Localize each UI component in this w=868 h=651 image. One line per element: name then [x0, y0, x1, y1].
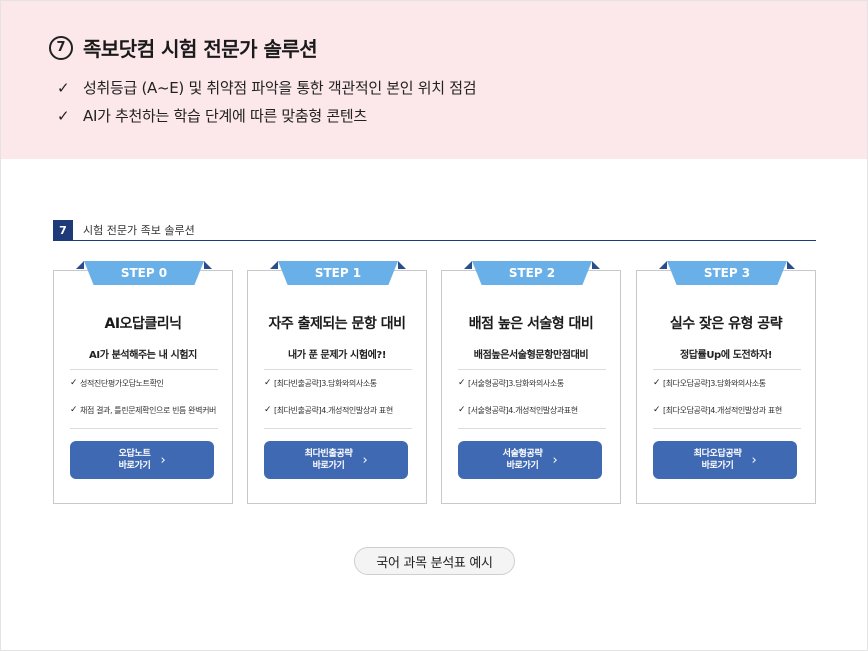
divider [653, 369, 801, 370]
card-item-text: [최다빈출공략]3.담화와의사소통 [274, 379, 377, 388]
divider [264, 428, 412, 429]
card-item: ✓ [최다빈출공략]3.담화와의사소통 [264, 378, 414, 389]
button-label-line1: 최다오답공략 [693, 449, 742, 459]
card-item-text: [최다빈출공략]4.개성적인발상과 표현 [274, 406, 393, 415]
circled-number: 7 [49, 35, 73, 60]
card-item-text: [서술형공략]3.담화와의사소통 [468, 379, 564, 388]
card-subtitle: 내가 푼 문제가 시험에?! [287, 350, 386, 361]
step-card: STEP 1 자주 출제되는 문항 대비 내가 푼 문제가 시험에?! ✓ [최… [247, 261, 427, 504]
chevron-right-icon: › [362, 452, 368, 468]
wrong-answer-note-button[interactable]: 오답노트 바로가기 › [70, 441, 214, 479]
header-bullet: ✓ AI가 추천하는 학습 단계에 따른 맞춤형 콘텐츠 [57, 105, 367, 126]
divider [264, 369, 412, 370]
card-item-text: [최다오답공략]4.개성적인발상과 표현 [663, 406, 782, 415]
check-icon: ✓ [57, 106, 70, 125]
card-title: 실수 잦은 유형 공략 [669, 316, 783, 332]
step-label: STEP 2 [472, 261, 592, 285]
step-card: STEP 3 실수 잦은 유형 공략 정답률Up에 도전하자! ✓ [최다오답공… [636, 261, 816, 504]
essay-strategy-button[interactable]: 서술형공략 바로가기 › [458, 441, 602, 479]
check-icon: ✓ [264, 405, 272, 415]
chevron-right-icon: › [160, 452, 166, 468]
step-ribbon: STEP 0 [76, 261, 212, 285]
header-title: 족보닷컴 시험 전문가 솔루션 [83, 37, 318, 61]
card-title: 자주 출제되는 문항 대비 [268, 316, 406, 332]
header-bullet-text: AI가 추천하는 학습 단계에 따른 맞춤형 콘텐츠 [83, 107, 367, 125]
button-label-line1: 서술형공략 [502, 449, 543, 459]
check-icon: ✓ [653, 405, 661, 415]
step-label: STEP 3 [667, 261, 787, 285]
card-item-text: [서술형공략]4.개성적인발상과표현 [468, 406, 578, 415]
divider [458, 428, 606, 429]
card-item-text: 성적진단평가오답노트확인 [80, 379, 164, 388]
most-frequent-button[interactable]: 최다빈출공략 바로가기 › [264, 441, 408, 479]
card-item: ✓ 성적진단평가오답노트확인 [70, 378, 220, 389]
card-item: ✓ [최다오답공략]4.개성적인발상과 표현 [653, 405, 803, 416]
section-label: 시험 전문가 족보 솔루션 [83, 224, 195, 237]
step-label: STEP 1 [278, 261, 398, 285]
section-heading: 7 시험 전문가 족보 솔루션 [53, 220, 816, 241]
step-card: STEP 0 AI오답클리닉 AI가 분석해주는 내 시험지 ✓ 성적진단평가오… [53, 261, 233, 504]
check-icon: ✓ [57, 78, 70, 97]
header-bullet-text: 성취등급 (A~E) 및 취약점 파악을 통한 객관적인 본인 위치 점검 [83, 79, 477, 97]
card-item: ✓ [최다빈출공략]4.개성적인발상과 표현 [264, 405, 414, 416]
button-label-line2: 바로가기 [118, 461, 151, 471]
step-ribbon: STEP 2 [464, 261, 600, 285]
divider [458, 369, 606, 370]
card-item: ✓ [서술형공략]4.개성적인발상과표현 [458, 405, 608, 416]
header-bullet: ✓ 성취등급 (A~E) 및 취약점 파악을 통한 객관적인 본인 위치 점검 [57, 77, 477, 98]
check-icon: ✓ [653, 378, 661, 388]
step-ribbon: STEP 1 [270, 261, 406, 285]
card-subtitle: 정답률Up에 도전하자! [679, 350, 773, 361]
card-subtitle: AI가 분석해주는 내 시험지 [89, 350, 197, 361]
card-item: ✓ 채점 결과, 틀린문제확인으로 빈틈 완벽커버 [70, 405, 220, 416]
card-item-text: 채점 결과, 틀린문제확인으로 빈틈 완벽커버 [80, 406, 216, 415]
header-title-row: 7 족보닷컴 시험 전문가 솔루션 [49, 33, 318, 62]
button-label-line1: 최다빈출공략 [304, 449, 353, 459]
section-number-badge: 7 [53, 220, 73, 240]
step-label: STEP 0 [84, 261, 204, 285]
card-item: ✓ [서술형공략]3.담화와의사소통 [458, 378, 608, 389]
check-icon: ✓ [264, 378, 272, 388]
caption-pill: 국어 과목 분석표 예시 [354, 547, 515, 575]
check-icon: ✓ [70, 378, 78, 388]
chevron-right-icon: › [552, 452, 558, 468]
most-wrong-button[interactable]: 최다오답공략 바로가기 › [653, 441, 797, 479]
step-card: STEP 2 배점 높은 서술형 대비 배점높은서술형문항만점대비 ✓ [서술형… [441, 261, 621, 504]
button-label-line2: 바로가기 [506, 461, 539, 471]
check-icon: ✓ [458, 405, 466, 415]
chevron-right-icon: › [751, 452, 757, 468]
card-subtitle: 배점높은서술형문항만점대비 [473, 350, 589, 361]
header-panel: 7 족보닷컴 시험 전문가 솔루션 ✓ 성취등급 (A~E) 및 취약점 파악을… [1, 1, 867, 159]
divider [653, 428, 801, 429]
check-icon: ✓ [458, 378, 466, 388]
button-label-line2: 바로가기 [312, 461, 345, 471]
check-icon: ✓ [70, 405, 78, 415]
button-label-line1: 오답노트 [118, 449, 151, 459]
step-ribbon: STEP 3 [659, 261, 795, 285]
card-item-text: [최다오답공략]3.담화와의사소통 [663, 379, 766, 388]
divider [70, 369, 218, 370]
divider [70, 428, 218, 429]
card-title: AI오답클리닉 [104, 316, 182, 332]
card-title: 배점 높은 서술형 대비 [468, 316, 594, 332]
button-label-line2: 바로가기 [701, 461, 734, 471]
card-item: ✓ [최다오답공략]3.담화와의사소통 [653, 378, 803, 389]
